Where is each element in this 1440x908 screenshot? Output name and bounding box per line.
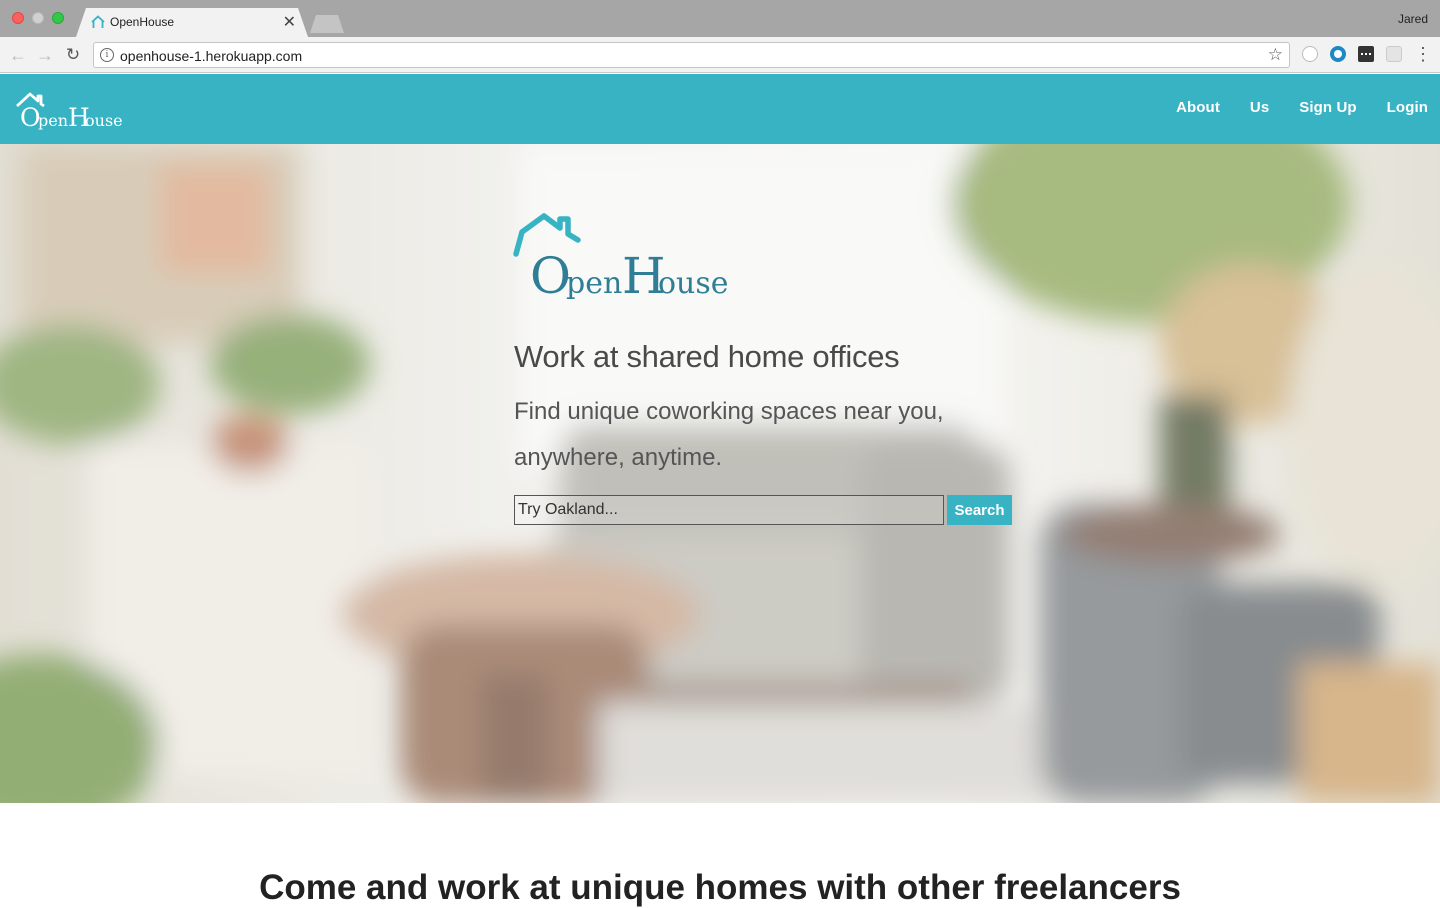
extension-react-icon[interactable] xyxy=(1386,46,1402,62)
section-title: Come and work at unique homes with other… xyxy=(259,868,1181,907)
new-tab-button[interactable] xyxy=(310,15,344,33)
hero-section: O pen H ouse Work at shared home offices… xyxy=(0,144,1440,803)
maximize-window-button[interactable] xyxy=(52,12,64,24)
hero-subheadline: Find unique coworking spaces near you, a… xyxy=(514,398,944,471)
extension-circle-icon[interactable] xyxy=(1302,46,1318,62)
bookmark-star-icon[interactable]: ☆ xyxy=(1268,45,1283,65)
address-bar[interactable]: i openhouse-1.herokuapp.com ☆ xyxy=(93,42,1290,68)
browser-toolbar: ← → ↻ i openhouse-1.herokuapp.com ☆ xyxy=(0,37,1440,73)
reload-icon[interactable]: ↻ xyxy=(63,45,83,65)
search-button[interactable]: Search xyxy=(947,495,1012,525)
svg-text:ouse: ouse xyxy=(85,111,123,130)
nav-link-signup[interactable]: Sign Up xyxy=(1299,99,1356,116)
profile-name[interactable]: Jared xyxy=(1398,12,1428,26)
hero-headline: Work at shared home offices xyxy=(514,339,900,374)
tab-title: OpenHouse xyxy=(110,15,175,29)
openhouse-hero-logo: O pen H ouse xyxy=(513,213,729,302)
nav-link-about[interactable]: About xyxy=(1176,99,1220,116)
browser-menu-icon[interactable]: ⋮ xyxy=(1414,44,1432,64)
back-arrow-icon[interactable]: ← xyxy=(8,45,28,65)
nav-links: About Us Sign Up Login xyxy=(1146,99,1428,116)
svg-text:pen: pen xyxy=(566,266,622,301)
minimize-window-button[interactable] xyxy=(32,12,44,24)
nav-link-login[interactable]: Login xyxy=(1387,99,1428,116)
svg-text:pen: pen xyxy=(38,111,68,130)
svg-text:O: O xyxy=(530,247,571,302)
svg-text:ouse: ouse xyxy=(658,266,729,301)
info-icon[interactable]: i xyxy=(100,48,114,62)
house-favicon-icon xyxy=(91,15,105,28)
forward-arrow-icon[interactable]: → xyxy=(35,45,55,65)
nav-link-us[interactable]: Us xyxy=(1250,99,1269,116)
site-navbar: O pen H ouse About Us Sign Up Login xyxy=(0,74,1440,144)
extension-blue-icon[interactable] xyxy=(1330,46,1346,62)
close-window-button[interactable] xyxy=(12,12,24,24)
browser-tab-bar: OpenHouse ✕ Jared xyxy=(0,0,1440,37)
extension-password-icon[interactable] xyxy=(1358,46,1374,62)
url-text[interactable]: openhouse-1.herokuapp.com xyxy=(120,48,302,64)
browser-tab-active[interactable]: OpenHouse ✕ xyxy=(76,8,308,37)
tab-close-icon[interactable]: ✕ xyxy=(283,12,296,32)
location-search-input[interactable] xyxy=(514,495,944,525)
openhouse-logo[interactable]: O pen H ouse xyxy=(14,86,124,134)
